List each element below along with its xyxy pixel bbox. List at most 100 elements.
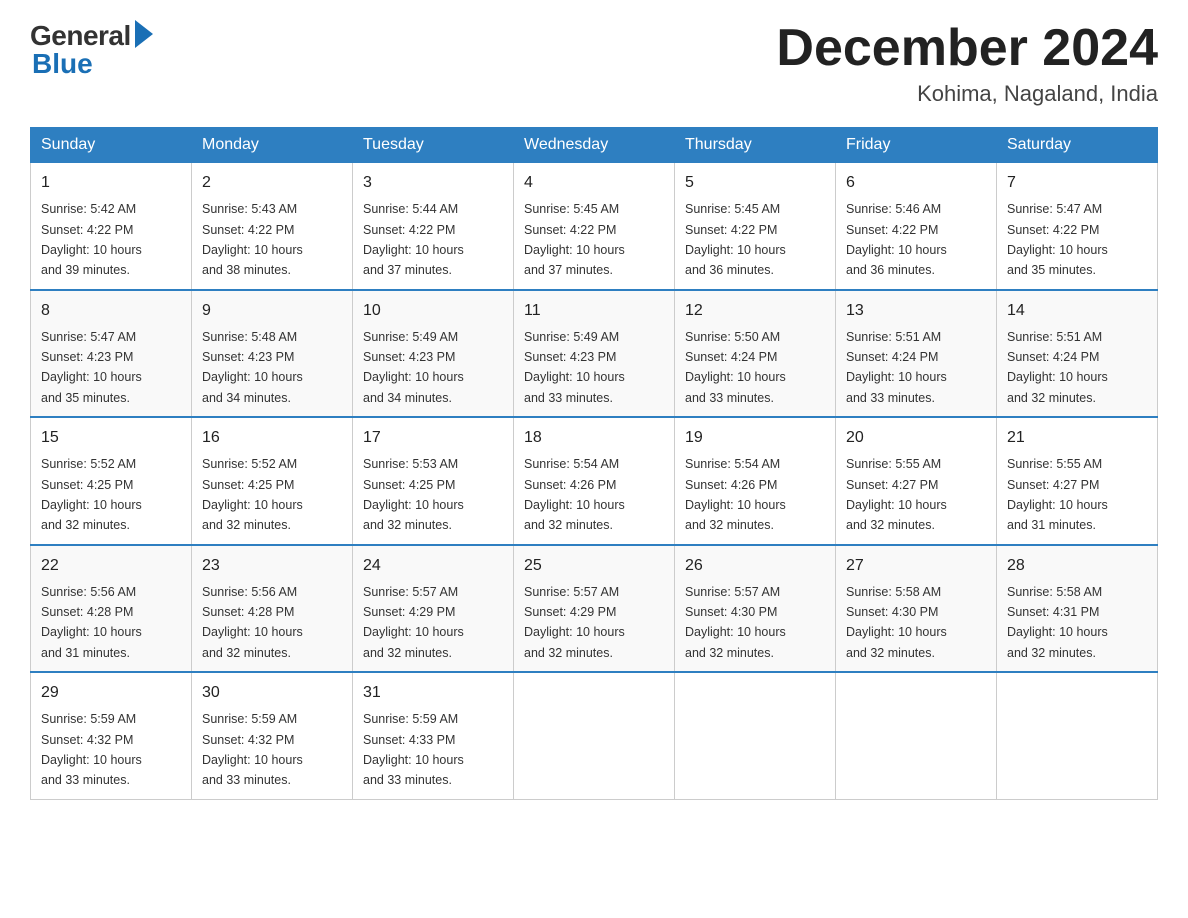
day-info: Sunrise: 5:45 AM Sunset: 4:22 PM Dayligh… <box>685 202 786 277</box>
day-number: 14 <box>1007 299 1147 323</box>
header-row: SundayMondayTuesdayWednesdayThursdayFrid… <box>31 128 1158 163</box>
calendar-cell: 9 Sunrise: 5:48 AM Sunset: 4:23 PM Dayli… <box>192 290 353 418</box>
day-info: Sunrise: 5:50 AM Sunset: 4:24 PM Dayligh… <box>685 330 786 405</box>
day-number: 2 <box>202 171 342 195</box>
day-number: 1 <box>41 171 181 195</box>
day-number: 27 <box>846 554 986 578</box>
day-info: Sunrise: 5:47 AM Sunset: 4:22 PM Dayligh… <box>1007 202 1108 277</box>
month-title: December 2024 <box>776 20 1158 77</box>
calendar-cell: 27 Sunrise: 5:58 AM Sunset: 4:30 PM Dayl… <box>836 545 997 673</box>
location: Kohima, Nagaland, India <box>776 81 1158 107</box>
day-number: 6 <box>846 171 986 195</box>
day-number: 31 <box>363 681 503 705</box>
day-number: 23 <box>202 554 342 578</box>
calendar-cell: 18 Sunrise: 5:54 AM Sunset: 4:26 PM Dayl… <box>514 417 675 545</box>
calendar-cell: 25 Sunrise: 5:57 AM Sunset: 4:29 PM Dayl… <box>514 545 675 673</box>
calendar-cell <box>675 672 836 799</box>
calendar-cell: 12 Sunrise: 5:50 AM Sunset: 4:24 PM Dayl… <box>675 290 836 418</box>
calendar-cell: 26 Sunrise: 5:57 AM Sunset: 4:30 PM Dayl… <box>675 545 836 673</box>
calendar-cell: 14 Sunrise: 5:51 AM Sunset: 4:24 PM Dayl… <box>997 290 1158 418</box>
calendar-cell: 1 Sunrise: 5:42 AM Sunset: 4:22 PM Dayli… <box>31 163 192 290</box>
day-info: Sunrise: 5:54 AM Sunset: 4:26 PM Dayligh… <box>524 457 625 532</box>
day-header-monday: Monday <box>192 128 353 163</box>
calendar-cell <box>997 672 1158 799</box>
calendar-cell: 5 Sunrise: 5:45 AM Sunset: 4:22 PM Dayli… <box>675 163 836 290</box>
calendar-cell: 16 Sunrise: 5:52 AM Sunset: 4:25 PM Dayl… <box>192 417 353 545</box>
calendar-cell: 21 Sunrise: 5:55 AM Sunset: 4:27 PM Dayl… <box>997 417 1158 545</box>
calendar-week-1: 1 Sunrise: 5:42 AM Sunset: 4:22 PM Dayli… <box>31 163 1158 290</box>
page-header: General Blue December 2024 Kohima, Nagal… <box>30 20 1158 107</box>
calendar-cell: 19 Sunrise: 5:54 AM Sunset: 4:26 PM Dayl… <box>675 417 836 545</box>
day-info: Sunrise: 5:49 AM Sunset: 4:23 PM Dayligh… <box>363 330 464 405</box>
day-header-saturday: Saturday <box>997 128 1158 163</box>
day-info: Sunrise: 5:57 AM Sunset: 4:29 PM Dayligh… <box>524 585 625 660</box>
day-number: 26 <box>685 554 825 578</box>
calendar-table: SundayMondayTuesdayWednesdayThursdayFrid… <box>30 127 1158 800</box>
calendar-cell: 13 Sunrise: 5:51 AM Sunset: 4:24 PM Dayl… <box>836 290 997 418</box>
calendar-week-4: 22 Sunrise: 5:56 AM Sunset: 4:28 PM Dayl… <box>31 545 1158 673</box>
day-header-friday: Friday <box>836 128 997 163</box>
day-number: 15 <box>41 426 181 450</box>
day-number: 9 <box>202 299 342 323</box>
logo-blue-text: Blue <box>32 48 93 80</box>
day-number: 21 <box>1007 426 1147 450</box>
day-number: 20 <box>846 426 986 450</box>
day-info: Sunrise: 5:49 AM Sunset: 4:23 PM Dayligh… <box>524 330 625 405</box>
day-number: 8 <box>41 299 181 323</box>
day-info: Sunrise: 5:58 AM Sunset: 4:30 PM Dayligh… <box>846 585 947 660</box>
day-number: 29 <box>41 681 181 705</box>
day-info: Sunrise: 5:47 AM Sunset: 4:23 PM Dayligh… <box>41 330 142 405</box>
day-number: 12 <box>685 299 825 323</box>
calendar-week-3: 15 Sunrise: 5:52 AM Sunset: 4:25 PM Dayl… <box>31 417 1158 545</box>
day-number: 24 <box>363 554 503 578</box>
calendar-cell: 24 Sunrise: 5:57 AM Sunset: 4:29 PM Dayl… <box>353 545 514 673</box>
calendar-cell: 31 Sunrise: 5:59 AM Sunset: 4:33 PM Dayl… <box>353 672 514 799</box>
day-info: Sunrise: 5:59 AM Sunset: 4:32 PM Dayligh… <box>202 712 303 787</box>
day-info: Sunrise: 5:51 AM Sunset: 4:24 PM Dayligh… <box>1007 330 1108 405</box>
day-info: Sunrise: 5:43 AM Sunset: 4:22 PM Dayligh… <box>202 202 303 277</box>
day-info: Sunrise: 5:55 AM Sunset: 4:27 PM Dayligh… <box>1007 457 1108 532</box>
day-number: 3 <box>363 171 503 195</box>
day-info: Sunrise: 5:58 AM Sunset: 4:31 PM Dayligh… <box>1007 585 1108 660</box>
calendar-cell <box>836 672 997 799</box>
day-header-tuesday: Tuesday <box>353 128 514 163</box>
day-info: Sunrise: 5:54 AM Sunset: 4:26 PM Dayligh… <box>685 457 786 532</box>
day-number: 28 <box>1007 554 1147 578</box>
day-info: Sunrise: 5:56 AM Sunset: 4:28 PM Dayligh… <box>202 585 303 660</box>
day-number: 10 <box>363 299 503 323</box>
day-info: Sunrise: 5:55 AM Sunset: 4:27 PM Dayligh… <box>846 457 947 532</box>
day-info: Sunrise: 5:51 AM Sunset: 4:24 PM Dayligh… <box>846 330 947 405</box>
calendar-cell: 3 Sunrise: 5:44 AM Sunset: 4:22 PM Dayli… <box>353 163 514 290</box>
day-info: Sunrise: 5:46 AM Sunset: 4:22 PM Dayligh… <box>846 202 947 277</box>
day-info: Sunrise: 5:53 AM Sunset: 4:25 PM Dayligh… <box>363 457 464 532</box>
day-info: Sunrise: 5:52 AM Sunset: 4:25 PM Dayligh… <box>41 457 142 532</box>
day-number: 5 <box>685 171 825 195</box>
day-info: Sunrise: 5:45 AM Sunset: 4:22 PM Dayligh… <box>524 202 625 277</box>
day-number: 22 <box>41 554 181 578</box>
calendar-cell: 7 Sunrise: 5:47 AM Sunset: 4:22 PM Dayli… <box>997 163 1158 290</box>
calendar-cell: 4 Sunrise: 5:45 AM Sunset: 4:22 PM Dayli… <box>514 163 675 290</box>
day-info: Sunrise: 5:57 AM Sunset: 4:29 PM Dayligh… <box>363 585 464 660</box>
day-info: Sunrise: 5:44 AM Sunset: 4:22 PM Dayligh… <box>363 202 464 277</box>
calendar-cell: 11 Sunrise: 5:49 AM Sunset: 4:23 PM Dayl… <box>514 290 675 418</box>
day-info: Sunrise: 5:59 AM Sunset: 4:33 PM Dayligh… <box>363 712 464 787</box>
calendar-cell <box>514 672 675 799</box>
day-info: Sunrise: 5:48 AM Sunset: 4:23 PM Dayligh… <box>202 330 303 405</box>
calendar-week-5: 29 Sunrise: 5:59 AM Sunset: 4:32 PM Dayl… <box>31 672 1158 799</box>
logo: General Blue <box>30 20 153 80</box>
day-number: 30 <box>202 681 342 705</box>
title-section: December 2024 Kohima, Nagaland, India <box>776 20 1158 107</box>
calendar-cell: 30 Sunrise: 5:59 AM Sunset: 4:32 PM Dayl… <box>192 672 353 799</box>
calendar-cell: 17 Sunrise: 5:53 AM Sunset: 4:25 PM Dayl… <box>353 417 514 545</box>
day-info: Sunrise: 5:59 AM Sunset: 4:32 PM Dayligh… <box>41 712 142 787</box>
day-header-thursday: Thursday <box>675 128 836 163</box>
day-number: 7 <box>1007 171 1147 195</box>
day-info: Sunrise: 5:57 AM Sunset: 4:30 PM Dayligh… <box>685 585 786 660</box>
day-number: 25 <box>524 554 664 578</box>
day-header-sunday: Sunday <box>31 128 192 163</box>
calendar-cell: 2 Sunrise: 5:43 AM Sunset: 4:22 PM Dayli… <box>192 163 353 290</box>
calendar-cell: 15 Sunrise: 5:52 AM Sunset: 4:25 PM Dayl… <box>31 417 192 545</box>
day-number: 17 <box>363 426 503 450</box>
calendar-cell: 10 Sunrise: 5:49 AM Sunset: 4:23 PM Dayl… <box>353 290 514 418</box>
day-header-wednesday: Wednesday <box>514 128 675 163</box>
